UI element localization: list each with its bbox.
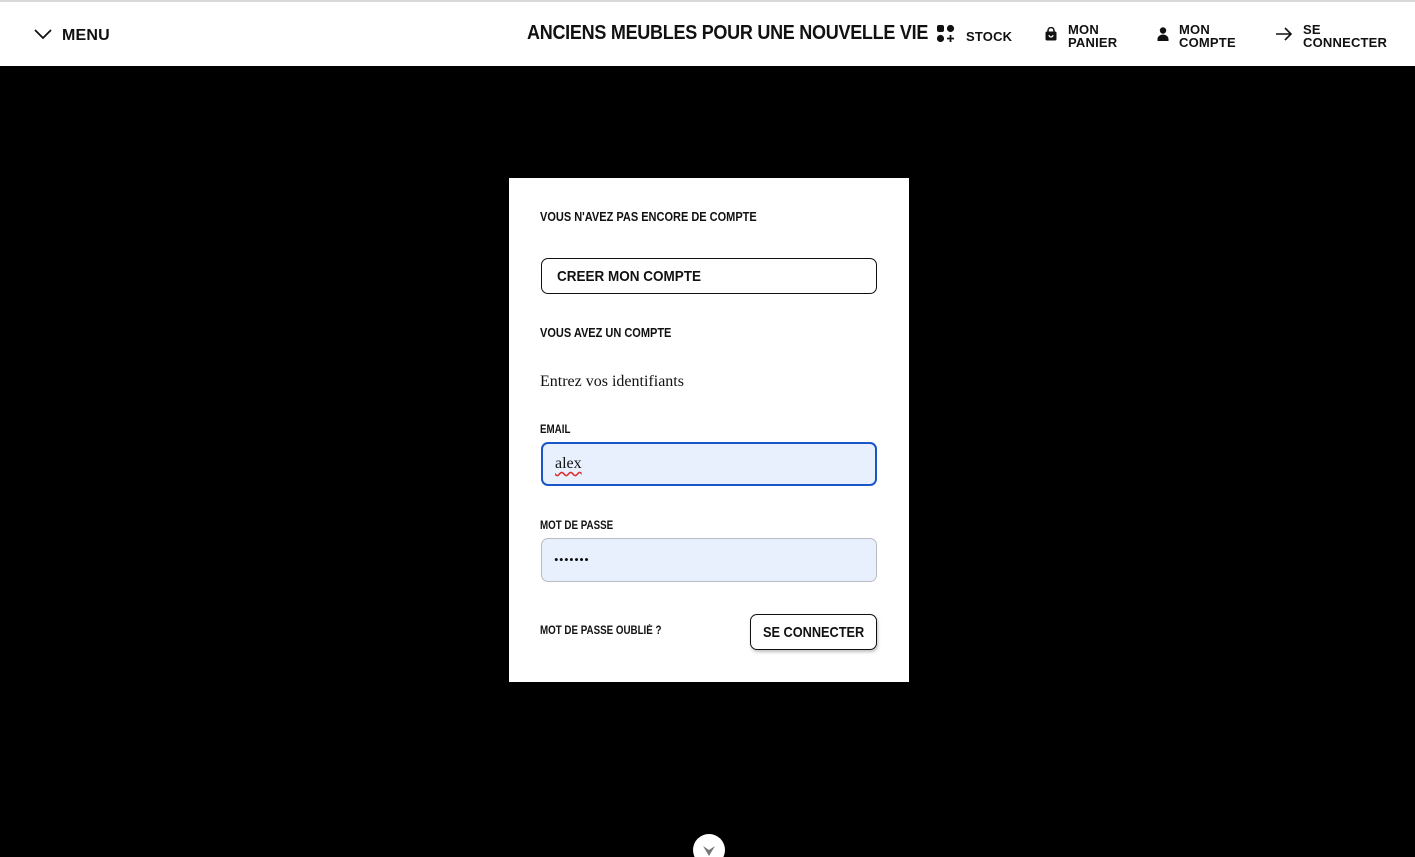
nav-stock[interactable]: STOCK bbox=[936, 21, 1012, 51]
password-value: ••••••• bbox=[554, 552, 590, 567]
has-account-heading: VOUS AVEZ UN COMPTE bbox=[540, 326, 672, 340]
nav-compte-line2: COMPTE bbox=[1179, 35, 1236, 50]
login-card: VOUS N'AVEZ PAS ENCORE DE COMPTE CREER M… bbox=[509, 178, 909, 682]
arrow-right-icon bbox=[1275, 26, 1293, 47]
menu-label: MENU bbox=[62, 27, 110, 44]
chevron-down-icon bbox=[34, 27, 52, 45]
password-field[interactable]: ••••••• bbox=[541, 538, 877, 582]
user-icon bbox=[1157, 26, 1169, 46]
menu-button[interactable]: MENU bbox=[34, 24, 110, 48]
nav-login-line2: CONNECTER bbox=[1303, 35, 1388, 50]
email-label: EMAIL bbox=[540, 424, 571, 436]
site-title: ANCIENS MEUBLES POUR UNE NOUVELLE VIE bbox=[527, 22, 929, 44]
shopping-bag-icon bbox=[1044, 26, 1058, 46]
nav-panier[interactable]: MON PANIER bbox=[1044, 21, 1117, 51]
email-field[interactable]: alex bbox=[541, 442, 877, 486]
password-label: MOT DE PASSE bbox=[540, 520, 614, 532]
nav-compte-label: MON COMPTE bbox=[1179, 23, 1236, 49]
create-account-label: CREER MON COMPTE bbox=[557, 267, 702, 285]
login-intro: Entrez vos identifiants bbox=[540, 373, 684, 390]
login-submit-button[interactable]: SE CONNECTER bbox=[750, 614, 877, 650]
site-header: MENU ANCIENS MEUBLES POUR UNE NOUVELLE V… bbox=[0, 0, 1415, 66]
login-submit-label: SE CONNECTER bbox=[762, 623, 865, 641]
nav-compte[interactable]: MON COMPTE bbox=[1157, 21, 1236, 51]
nav-panier-line2: PANIER bbox=[1068, 35, 1118, 50]
forgot-password-link[interactable]: MOT DE PASSE OUBLIé ? bbox=[540, 625, 661, 637]
no-account-heading: VOUS N'AVEZ PAS ENCORE DE COMPTE bbox=[540, 210, 757, 224]
nav-panier-label: MON PANIER bbox=[1068, 23, 1117, 49]
nav-stock-label: STOCK bbox=[966, 28, 1013, 44]
nav-login[interactable]: SE CONNECTER bbox=[1275, 21, 1387, 51]
email-value: alex bbox=[555, 455, 582, 472]
create-account-button[interactable]: CREER MON COMPTE bbox=[541, 258, 877, 294]
nav-login-label: SE CONNECTER bbox=[1303, 23, 1387, 49]
chevron-down-circle-icon bbox=[703, 843, 715, 857]
scroll-down-button[interactable] bbox=[693, 834, 725, 857]
grid-plus-icon bbox=[936, 24, 956, 48]
